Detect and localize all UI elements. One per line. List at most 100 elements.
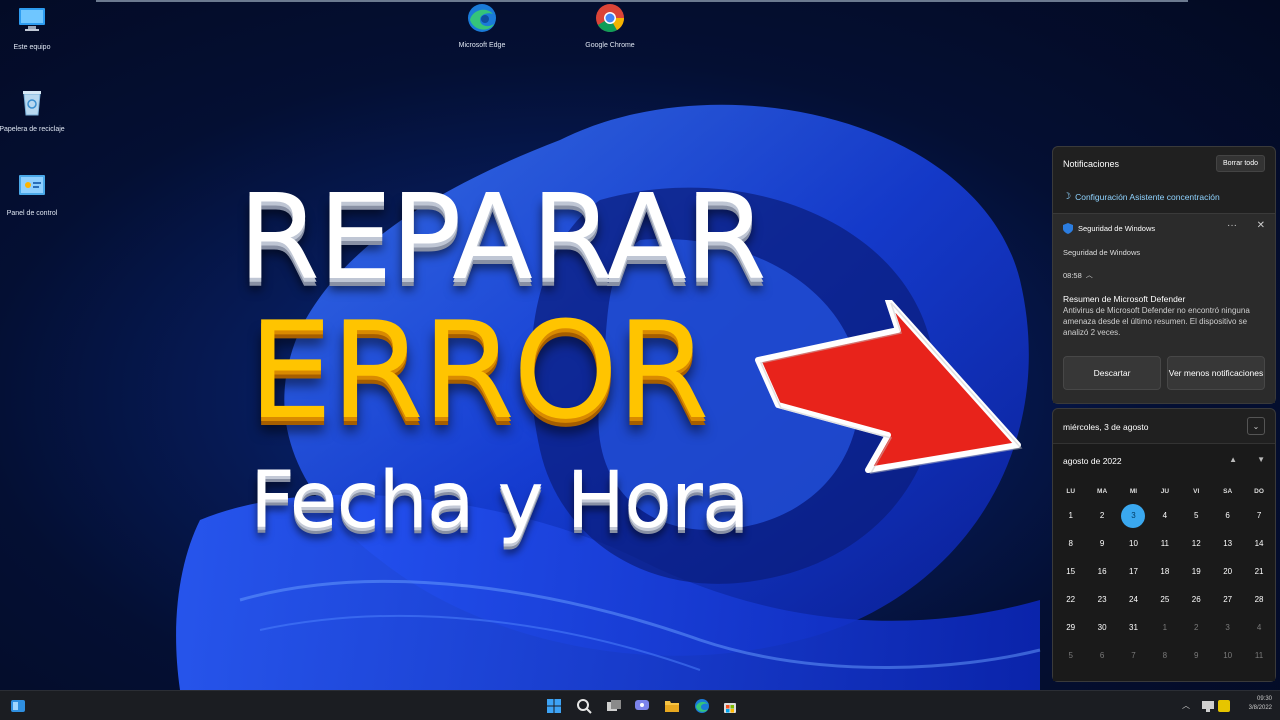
calendar-day[interactable]: 7	[1243, 502, 1274, 530]
calendar-day[interactable]: 10	[1212, 642, 1243, 670]
calendar-day[interactable]: 20	[1212, 558, 1243, 586]
task-view-icon[interactable]	[606, 698, 622, 714]
calendar-day-number: 2	[1099, 511, 1105, 520]
calendar-day[interactable]: 10	[1118, 530, 1149, 558]
weekday-header: MI	[1129, 488, 1138, 495]
calendar-day[interactable]: 9	[1086, 530, 1117, 558]
calendar-day-number: 8	[1162, 651, 1168, 660]
calendar-day[interactable]: 28	[1243, 586, 1274, 614]
widgets-icon[interactable]	[10, 698, 26, 714]
desktop-icon-panel-control[interactable]: Panel de control	[0, 170, 72, 218]
calendar-flyout: miércoles, 3 de agosto ⌄ agosto de 2022 …	[1052, 408, 1276, 682]
clear-all-button[interactable]: Borrar todo	[1215, 155, 1265, 172]
calendar-day[interactable]: 2	[1086, 502, 1117, 530]
start-icon[interactable]	[546, 698, 562, 714]
weekday-header: VI	[1193, 488, 1200, 495]
calendar-day-number: 7	[1131, 651, 1136, 660]
calendar-day[interactable]: 13	[1212, 530, 1243, 558]
calendar-day[interactable]: 6	[1086, 642, 1117, 670]
calendar-day[interactable]: 8	[1055, 530, 1086, 558]
calendar-day[interactable]: 24	[1118, 586, 1149, 614]
calendar-day[interactable]: 1	[1055, 502, 1086, 530]
calendar-day-today[interactable]: 3	[1118, 502, 1149, 530]
dismiss-button[interactable]: Descartar	[1063, 356, 1161, 390]
notification-card[interactable]: Seguridad de Windows ··· ✕ Seguridad de …	[1053, 213, 1275, 403]
desktop-icon-este-equipo[interactable]: Este equipo	[0, 4, 72, 52]
calendar-day-number: 29	[1066, 623, 1076, 632]
weekday-header: SA	[1223, 488, 1233, 495]
chevron-up-icon[interactable]: ︿	[1182, 700, 1190, 711]
notification-source: Seguridad de Windows	[1063, 248, 1141, 257]
notification-center: Notificaciones Borrar todo ☽ Configuraci…	[1052, 146, 1276, 404]
calendar-day[interactable]: 1	[1149, 614, 1180, 642]
close-icon[interactable]: ✕	[1257, 220, 1265, 231]
chat-icon[interactable]	[634, 698, 650, 714]
network-icon[interactable]	[1200, 698, 1216, 714]
desktop-icon-papelera[interactable]: Papelera de reciclaje	[0, 86, 72, 134]
tray-time: 09:30	[1256, 696, 1272, 702]
calendar-day[interactable]: 15	[1055, 558, 1086, 586]
calendar-month[interactable]: agosto de 2022	[1063, 456, 1122, 466]
calendar-day-number: 28	[1254, 595, 1264, 604]
desktop-icon-label: Panel de control	[6, 210, 58, 217]
calendar-day[interactable]: 17	[1118, 558, 1149, 586]
calendar-day[interactable]: 7	[1118, 642, 1149, 670]
focus-assist-label: Configuración Asistente concentración	[1075, 191, 1220, 202]
previous-month-icon[interactable]: ▲	[1229, 455, 1237, 464]
file-explorer-icon[interactable]	[664, 698, 680, 714]
calendar-day[interactable]: 4	[1243, 614, 1274, 642]
red-arrow-graphic	[755, 300, 1023, 474]
desktop-icon-chrome[interactable]: Google Chrome	[570, 2, 650, 50]
calendar-day[interactable]: 2	[1181, 614, 1212, 642]
calendar-day[interactable]: 8	[1149, 642, 1180, 670]
calendar-day[interactable]: 4	[1149, 502, 1180, 530]
more-options-icon[interactable]: ···	[1227, 220, 1237, 231]
calendar-day-number: 1	[1068, 511, 1073, 520]
edge-icon[interactable]	[694, 698, 710, 714]
chevron-down-icon[interactable]: ⌄	[1247, 417, 1265, 435]
calendar-day-number: 3	[1225, 623, 1230, 632]
calendar-day[interactable]: 27	[1212, 586, 1243, 614]
tray-clock[interactable]: 09:30 3/8/2022	[1249, 695, 1272, 713]
show-less-button[interactable]: Ver menos notificaciones	[1167, 356, 1265, 390]
overlay-title-line3: Fecha y Hora	[250, 456, 750, 546]
calendar-day-number: 1	[1162, 623, 1168, 632]
calendar-day-number: 18	[1160, 567, 1170, 576]
next-month-icon[interactable]: ▼	[1257, 455, 1265, 464]
calendar-day[interactable]: 22	[1055, 586, 1086, 614]
store-icon[interactable]	[722, 698, 738, 714]
calendar-day[interactable]: 12	[1181, 530, 1212, 558]
calendar-day-number: 15	[1066, 567, 1076, 576]
calendar-day[interactable]: 26	[1181, 586, 1212, 614]
calendar-day[interactable]: 5	[1181, 502, 1212, 530]
calendar-day[interactable]: 5	[1055, 642, 1086, 670]
calendar-day[interactable]: 11	[1243, 642, 1274, 670]
calendar-day[interactable]: 11	[1149, 530, 1180, 558]
tray-date: 3/8/2022	[1248, 705, 1272, 711]
calendar-day[interactable]: 3	[1212, 614, 1243, 642]
desktop-icon-edge[interactable]: Microsoft Edge	[442, 2, 522, 50]
search-icon[interactable]	[576, 698, 592, 714]
calendar-day-number: 20	[1223, 567, 1233, 576]
calendar-day[interactable]: 19	[1181, 558, 1212, 586]
notification-time-text: 08:58	[1063, 270, 1082, 280]
computer-icon	[19, 8, 45, 31]
chevron-up-icon[interactable]: ︿	[1086, 270, 1093, 280]
calendar-day[interactable]: 31	[1118, 614, 1149, 642]
calendar-day[interactable]: 30	[1086, 614, 1117, 642]
calendar-day[interactable]: 23	[1086, 586, 1117, 614]
calendar-day[interactable]: 9	[1181, 642, 1212, 670]
moon-icon: ☽	[1063, 191, 1072, 201]
calendar-day-number: 6	[1225, 511, 1230, 520]
notification-bell-icon[interactable]	[1216, 698, 1232, 714]
calendar-day[interactable]: 29	[1055, 614, 1086, 642]
calendar-day[interactable]: 21	[1243, 558, 1274, 586]
calendar-day[interactable]: 16	[1086, 558, 1117, 586]
focus-assist-link[interactable]: ☽ Configuración Asistente concentración	[1063, 191, 1220, 202]
calendar-day[interactable]: 18	[1149, 558, 1180, 586]
calendar-day-number: 24	[1129, 595, 1138, 604]
calendar-day-number: 6	[1099, 651, 1105, 660]
calendar-day[interactable]: 14	[1243, 530, 1274, 558]
calendar-day[interactable]: 6	[1212, 502, 1243, 530]
calendar-day[interactable]: 25	[1149, 586, 1180, 614]
